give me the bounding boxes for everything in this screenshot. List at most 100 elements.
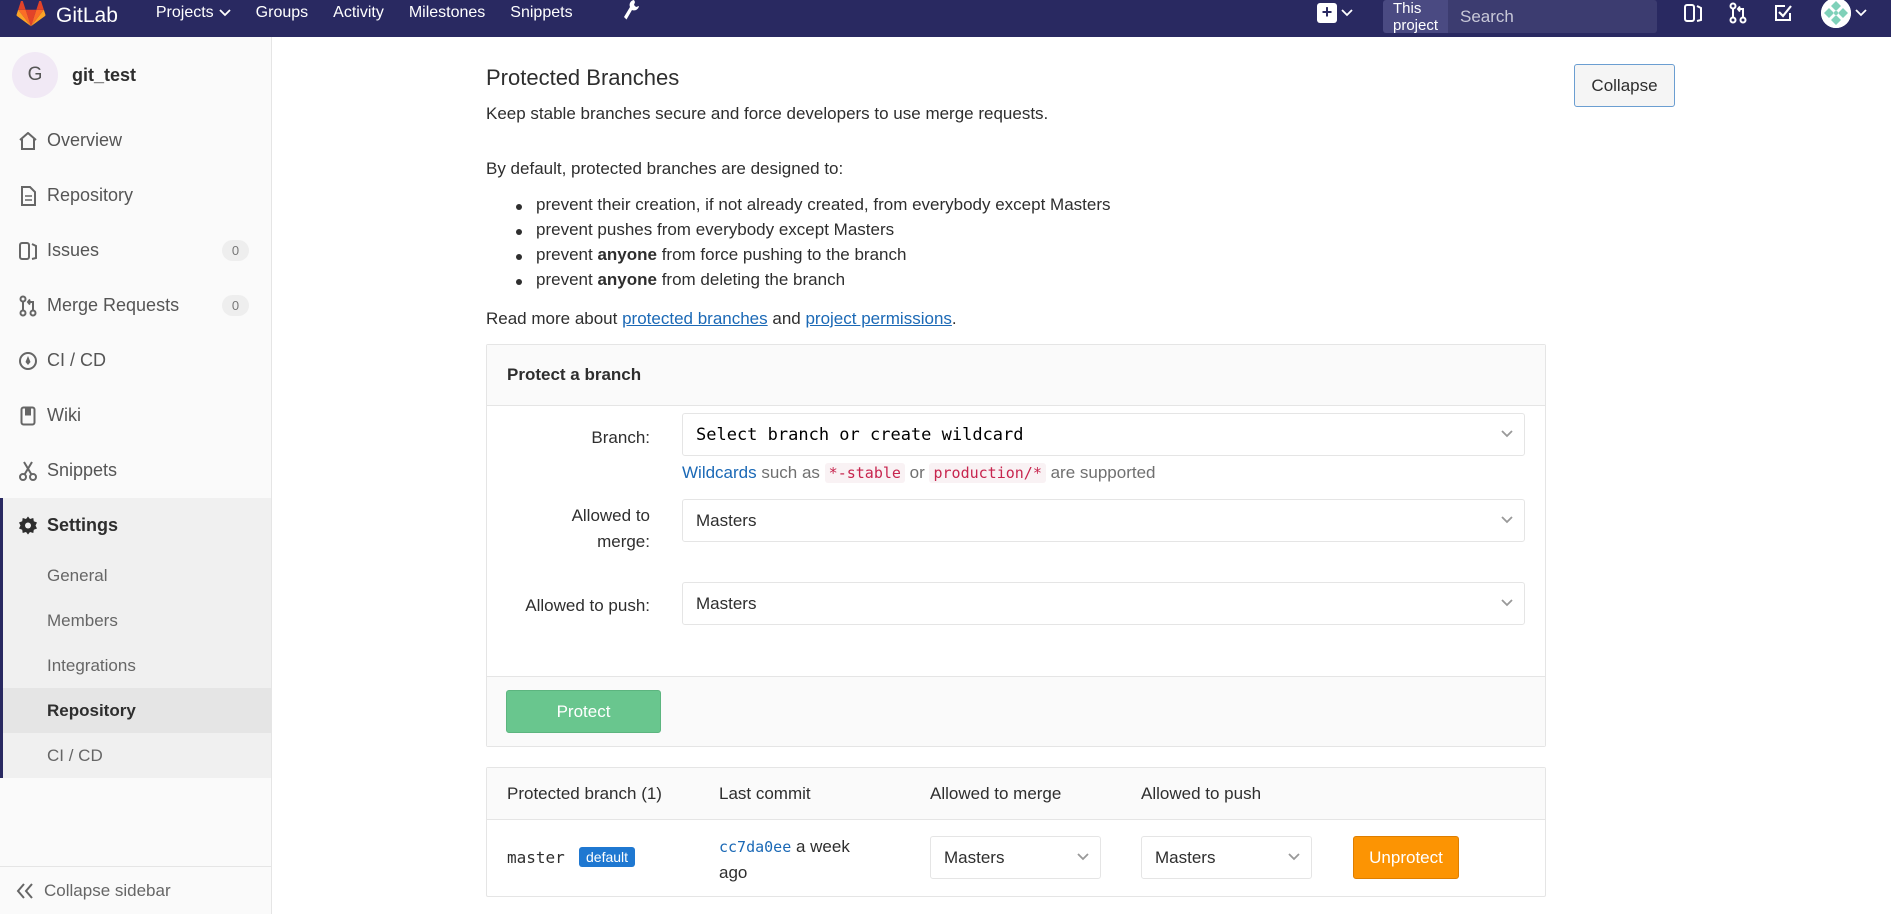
list-item: prevent anyone from deleting the branch — [516, 270, 1111, 295]
protect-branch-panel: Protect a branch Branch: Select branch o… — [486, 344, 1546, 747]
home-icon — [18, 131, 38, 151]
section-subtitle: Keep stable branches secure and force de… — [486, 104, 1049, 123]
section-title: Protected Branches — [486, 65, 680, 90]
nav-milestones[interactable]: Milestones — [409, 4, 485, 22]
sidebar-item-label: Merge Requests — [47, 295, 180, 315]
protected-branches-table: Protected branch (1) Last commit Allowed… — [486, 767, 1546, 897]
row-allowed-to-push-dropdown[interactable]: Masters — [1141, 836, 1312, 879]
table-header: Protected branch (1) Last commit Allowed… — [487, 768, 1545, 820]
gear-icon — [18, 516, 38, 536]
nav-groups[interactable]: Groups — [256, 4, 308, 22]
top-navbar: GitLab Projects Groups Activity Mileston… — [0, 0, 1891, 37]
search-input[interactable] — [1448, 0, 1657, 33]
wildcards-link[interactable]: Wildcards — [682, 463, 757, 482]
chevron-down-icon — [1501, 430, 1513, 438]
chevron-down-icon — [219, 8, 231, 16]
panel-heading: Protect a branch — [487, 345, 1545, 406]
sidebar-item-label: Overview — [47, 130, 123, 150]
issues-count-badge: 0 — [222, 240, 249, 261]
branch-select-placeholder: Select branch or create wildcard — [696, 424, 1024, 445]
collapse-sidebar-label: Collapse sidebar — [44, 880, 171, 900]
brand-name: GitLab — [56, 3, 118, 27]
branch-select-dropdown[interactable]: Select branch or create wildcard — [682, 413, 1525, 456]
chevron-down-icon[interactable] — [1341, 8, 1353, 17]
rocket-icon — [18, 351, 38, 371]
tanuki-icon — [16, 0, 46, 26]
default-badge: default — [579, 847, 636, 867]
sidebar-item-label: Wiki — [47, 405, 81, 425]
sidebar-item-issues[interactable]: Issues 0 — [0, 223, 271, 278]
chevron-down-icon — [1077, 853, 1089, 861]
scissors-icon — [18, 460, 38, 481]
panel-footer: Protect — [487, 676, 1545, 746]
allowed-to-merge-label: Allowed to merge: — [571, 506, 650, 551]
sidebar-subitem-repository[interactable]: Repository — [3, 688, 271, 733]
branch-label: Branch: — [591, 428, 650, 447]
wildcard-help-text: Wildcards such as *-stable or production… — [682, 463, 1156, 483]
sidebar-item-settings[interactable]: Settings — [3, 498, 271, 553]
sidebar-item-wiki[interactable]: Wiki — [0, 388, 271, 443]
column-header: Last commit — [719, 784, 811, 803]
column-header: Protected branch (1) — [507, 784, 662, 803]
chevron-down-icon — [1501, 516, 1513, 524]
commit-sha-link[interactable]: cc7da0ee — [719, 838, 791, 856]
user-avatar — [1821, 0, 1851, 28]
sidebar-item-label: CI / CD — [47, 350, 107, 370]
chevron-down-icon — [1288, 853, 1300, 861]
gitlab-logo[interactable]: GitLab — [14, 0, 118, 37]
user-menu[interactable] — [1821, 0, 1867, 28]
collapse-button[interactable]: Collapse — [1574, 64, 1675, 107]
sidebar-item-merge-requests[interactable]: Merge Requests 0 — [0, 278, 271, 333]
todo-check-icon[interactable] — [1773, 3, 1793, 23]
table-row: master default cc7da0ee a week ago Maste… — [487, 820, 1545, 896]
branch-name: master — [507, 848, 565, 867]
merge-request-icon — [18, 295, 38, 316]
sidebar-item-label: Snippets — [47, 460, 118, 480]
column-header: Allowed to merge — [930, 784, 1062, 803]
column-header: Allowed to push — [1141, 784, 1262, 803]
protect-button[interactable]: Protect — [506, 690, 661, 733]
new-item-plus-icon[interactable]: + — [1317, 2, 1337, 23]
nav-snippets[interactable]: Snippets — [510, 4, 572, 22]
collapse-sidebar-button[interactable]: Collapse sidebar — [0, 866, 271, 914]
chevron-down-icon — [1501, 599, 1513, 607]
chevron-down-icon — [1855, 8, 1867, 16]
sidebar-subitem-ci-cd[interactable]: CI / CD — [3, 733, 271, 778]
row-allowed-to-merge-dropdown[interactable]: Masters — [930, 836, 1101, 879]
read-more-text: Read more about protected branches and p… — [486, 309, 957, 328]
project-permissions-link[interactable]: project permissions — [805, 309, 951, 328]
intro-text: By default, protected branches are desig… — [486, 159, 844, 178]
sidebar-subitem-members[interactable]: Members — [3, 598, 271, 643]
admin-wrench-icon[interactable] — [622, 0, 640, 26]
unprotect-button[interactable]: Unprotect — [1353, 836, 1459, 879]
sidebar-item-overview[interactable]: Overview — [0, 113, 271, 168]
merge-requests-count-badge: 0 — [222, 295, 249, 316]
allowed-to-merge-dropdown[interactable]: Masters — [682, 499, 1525, 542]
last-commit: cc7da0ee a week ago — [719, 834, 869, 886]
search-scope-badge[interactable]: This project — [1383, 0, 1449, 33]
sidebar-item-repository[interactable]: Repository — [0, 168, 271, 223]
sidebar-item-snippets[interactable]: Snippets — [0, 443, 271, 498]
issues-icon — [18, 241, 38, 261]
protected-branches-link[interactable]: protected branches — [622, 309, 768, 328]
sidebar-subitem-general[interactable]: General — [3, 553, 271, 598]
allowed-to-merge-value: Masters — [696, 510, 757, 530]
allowed-to-push-label: Allowed to push: — [525, 596, 650, 615]
list-item: prevent their creation, if not already c… — [516, 195, 1111, 220]
issues-icon[interactable] — [1683, 3, 1703, 23]
merge-request-icon[interactable] — [1729, 2, 1747, 24]
nav-projects[interactable]: Projects — [156, 4, 231, 22]
project-avatar: G — [12, 52, 58, 98]
sidebar-item-label: Issues — [47, 240, 100, 260]
sidebar-item-ci-cd[interactable]: CI / CD — [0, 333, 271, 388]
project-header[interactable]: G git_test — [0, 37, 271, 113]
nav-activity[interactable]: Activity — [333, 4, 384, 22]
sidebar-settings-section: Settings General Members Integrations Re… — [0, 498, 271, 778]
sidebar-subitem-integrations[interactable]: Integrations — [3, 643, 271, 688]
nav-projects-label: Projects — [155, 3, 214, 21]
allowed-to-push-dropdown[interactable]: Masters — [682, 582, 1525, 625]
rules-list: prevent their creation, if not already c… — [516, 195, 1111, 295]
document-icon — [18, 185, 38, 206]
sidebar-item-label: Repository — [47, 185, 134, 205]
search-box: This project — [1383, 0, 1657, 33]
